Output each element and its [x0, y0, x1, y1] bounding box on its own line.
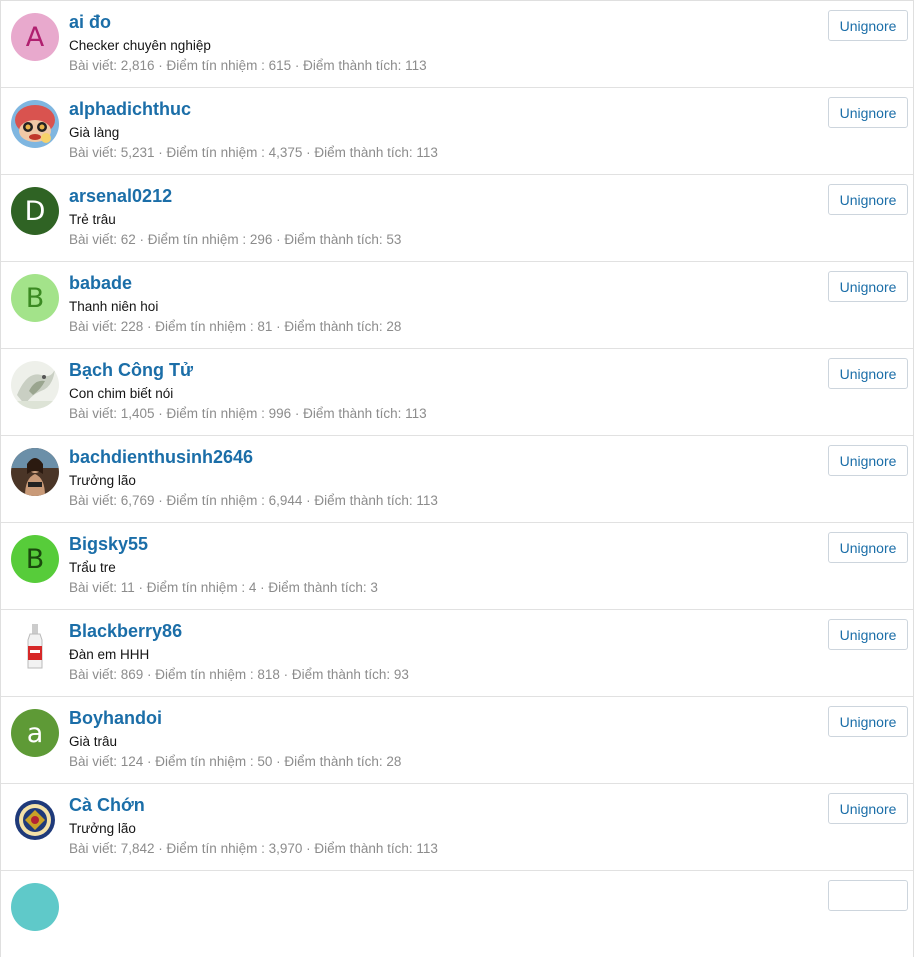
avatar-letter: a: [26, 717, 44, 749]
avatar-letter: D: [24, 195, 46, 227]
member-row: Blackberry86 Đàn em HHH Bài viết: 869 · Đi…: [1, 610, 913, 697]
member-username-link[interactable]: arsenal0212: [69, 186, 172, 207]
ignored-members-list: Aai đo Checker chuyên nghiệp Bài viết: 2,8…: [0, 0, 914, 957]
unignore-button[interactable]: Unignore: [828, 445, 908, 476]
member-username-link[interactable]: bachdienthusinh2646: [69, 447, 253, 468]
bird-photo-avatar[interactable]: [11, 361, 59, 409]
unignore-button[interactable]: Unignore: [828, 10, 908, 41]
cartoon-character-avatar[interactable]: [11, 100, 59, 148]
member-row-partial: [1, 871, 913, 957]
member-user-title: Con chim biết nói: [69, 386, 174, 401]
unignore-button[interactable]: Unignore: [828, 97, 908, 128]
member-user-title: Trẻ trâu: [69, 212, 116, 227]
member-user-title: Checker chuyên nghiệp: [69, 38, 211, 53]
member-row: Aai đo Checker chuyên nghiệp Bài viết: 2,8…: [1, 1, 913, 88]
unignore-button[interactable]: Unignore: [828, 619, 908, 650]
letter-avatar[interactable]: B: [11, 535, 59, 583]
member-user-title: Già làng: [69, 125, 120, 140]
member-stats: Bài viết: 869 · Điểm tín nhiệm : 818 · Đ…: [69, 667, 409, 682]
member-user-title: Đàn em HHH: [69, 647, 150, 662]
letter-avatar[interactable]: B: [11, 274, 59, 322]
member-username-link[interactable]: Cà Chớn: [69, 795, 145, 816]
member-row: Cà Chớn Trưởng lão Bài viết: 7,842 · Điểm …: [1, 784, 913, 871]
member-user-title: Trẩu tre: [69, 560, 116, 575]
person-photo-avatar[interactable]: [11, 448, 59, 496]
unignore-button[interactable]: Unignore: [828, 271, 908, 302]
member-username-link[interactable]: Blackberry86: [69, 621, 182, 642]
avatar-letter: B: [25, 543, 45, 575]
member-stats: Bài viết: 62 · Điểm tín nhiệm : 296 · Đi…: [69, 232, 402, 247]
member-stats: Bài viết: 6,769 · Điểm tín nhiệm : 6,944…: [69, 493, 438, 508]
member-user-title: Thanh niên hoi: [69, 299, 159, 314]
member-stats: Bài viết: 1,405 · Điểm tín nhiệm : 996 ·…: [69, 406, 427, 421]
member-user-title: Trưởng lão: [69, 821, 136, 836]
member-stats: Bài viết: 2,816 · Điểm tín nhiệm : 615 ·…: [69, 58, 427, 73]
member-username-link[interactable]: Boyhandoi: [69, 708, 162, 729]
member-username-link[interactable]: ai đo: [69, 12, 111, 33]
bottle-avatar[interactable]: [11, 622, 59, 670]
member-row: Bạch Công Tử Con chim biết nói Bài viết: 1…: [1, 349, 913, 436]
letter-avatar[interactable]: a: [11, 709, 59, 757]
letter-avatar[interactable]: [11, 883, 59, 931]
member-username-link[interactable]: babade: [69, 273, 132, 294]
member-stats: Bài viết: 5,231 · Điểm tín nhiệm : 4,375…: [69, 145, 438, 160]
member-row: a Boyhandoi Già trâu Bài viết: 124 · Điểm t…: [1, 697, 913, 784]
avatar-letter: B: [25, 282, 45, 314]
member-row: alphadichthuc Già làng Bài viết: 5,231 · Đ…: [1, 88, 913, 175]
member-username-link[interactable]: Bigsky55: [69, 534, 148, 555]
unignore-button[interactable]: Unignore: [828, 532, 908, 563]
member-stats: Bài viết: 7,842 · Điểm tín nhiệm : 3,970…: [69, 841, 438, 856]
member-user-title: Trưởng lão: [69, 473, 136, 488]
member-row: Bbabade Thanh niên hoi Bài viết: 228 · Điể…: [1, 262, 913, 349]
letter-avatar[interactable]: A: [11, 13, 59, 61]
unignore-button[interactable]: Unignore: [828, 184, 908, 215]
unignore-button[interactable]: Unignore: [828, 706, 908, 737]
member-username-link[interactable]: alphadichthuc: [69, 99, 191, 120]
member-stats: Bài viết: 11 · Điểm tín nhiệm : 4 · Điểm…: [69, 580, 378, 595]
letter-avatar[interactable]: D: [11, 187, 59, 235]
member-row: B Bigsky55 Trẩu tre Bài viết: 11 · Điểm tín…: [1, 523, 913, 610]
member-stats: Bài viết: 124 · Điểm tín nhiệm : 50 · Đi…: [69, 754, 402, 769]
avatar-letter: A: [25, 21, 45, 53]
member-row: bachdienthusinh2646 Trưởng lão Bài viết: 6…: [1, 436, 913, 523]
member-row: Darsenal0212 Trẻ trâu Bài viết: 62 · Điểm …: [1, 175, 913, 262]
member-user-title: Già trâu: [69, 734, 118, 749]
member-username-link[interactable]: Bạch Công Tử: [69, 360, 193, 381]
unignore-button[interactable]: Unignore: [828, 793, 908, 824]
unignore-button[interactable]: Unignore: [828, 358, 908, 389]
member-stats: Bài viết: 228 · Điểm tín nhiệm : 81 · Đi…: [69, 319, 402, 334]
seal-emblem-avatar[interactable]: [11, 796, 59, 844]
unignore-button[interactable]: [828, 880, 908, 911]
